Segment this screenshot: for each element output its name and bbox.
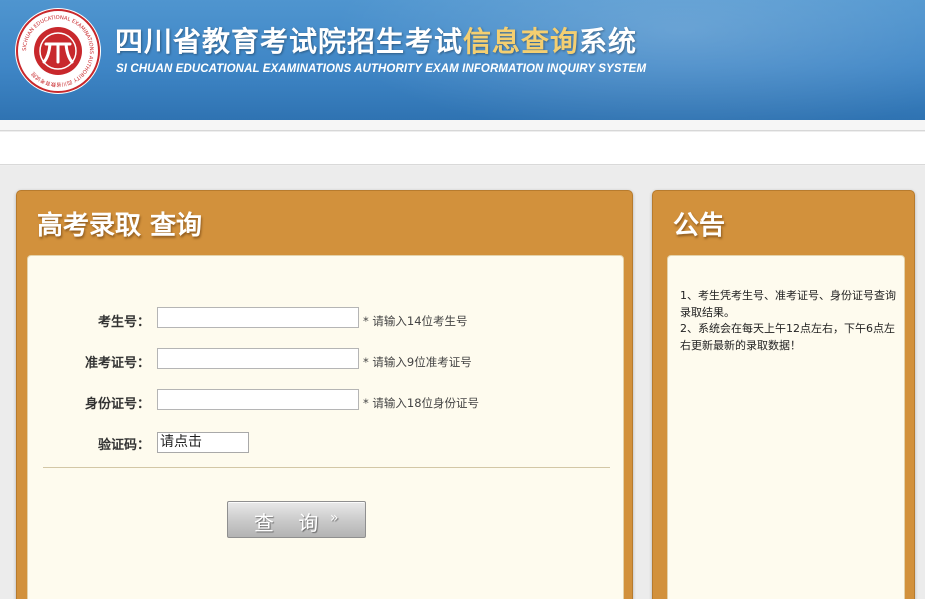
notice-item-1: 1、考生凭考生号、准考证号、身份证号查询录取结果。 (680, 289, 896, 319)
site-subtitle-en: SI CHUAN EDUCATIONAL EXAMINATIONS AUTHOR… (116, 63, 647, 75)
notice-panel-title: 公告 (673, 211, 726, 241)
form-divider (43, 467, 610, 468)
captcha-label: 验证码： (97, 438, 150, 453)
id-number-hint: * 请输入18位身份证号 (363, 396, 480, 410)
logo-seal-icon: SICHUAN EDUCATIONAL EXAMINATIONS AUTHORI… (15, 8, 101, 94)
site-header: SICHUAN EDUCATIONAL EXAMINATIONS AUTHORI… (0, 0, 925, 120)
site-title-part2: 系统 (579, 25, 638, 58)
site-title-part1: 四川省教育考试院招生考试 (115, 25, 464, 58)
notice-panel: 公告 (652, 190, 915, 599)
site-title-highlight: 信息查询 (463, 25, 580, 58)
exam-number-input[interactable] (157, 307, 359, 328)
admission-ticket-label: 准考证号： (84, 356, 150, 371)
double-chevron-right-icon: » (330, 510, 339, 526)
header-sheen (330, 0, 925, 120)
site-title: 四川省教育考试院招生考试信息查询系统 (115, 20, 637, 60)
nav-bar-empty (0, 132, 925, 165)
id-number-input[interactable] (157, 389, 359, 410)
captcha-field[interactable]: 请点击 (157, 432, 249, 453)
top-stripe (0, 120, 925, 131)
query-submit-button[interactable]: 查 询 » (227, 501, 366, 538)
admission-ticket-input[interactable] (157, 348, 359, 369)
notice-item-2: 2、系统会在每天上午12点左右，下午6点左右更新最新的录取数据！ (680, 322, 895, 352)
admission-ticket-hint: * 请输入9位准考证号 (363, 355, 472, 369)
query-panel-title: 高考录取 查询 (37, 211, 203, 241)
notice-content: 1、考生凭考生号、准考证号、身份证号查询录取结果。 2、系统会在每天上午12点左… (680, 288, 900, 354)
query-submit-label: 查 询 (254, 511, 328, 535)
id-number-label: 身份证号： (84, 397, 150, 412)
exam-number-label: 考生号： (97, 315, 150, 330)
exam-number-hint: * 请输入14位考生号 (363, 314, 468, 328)
